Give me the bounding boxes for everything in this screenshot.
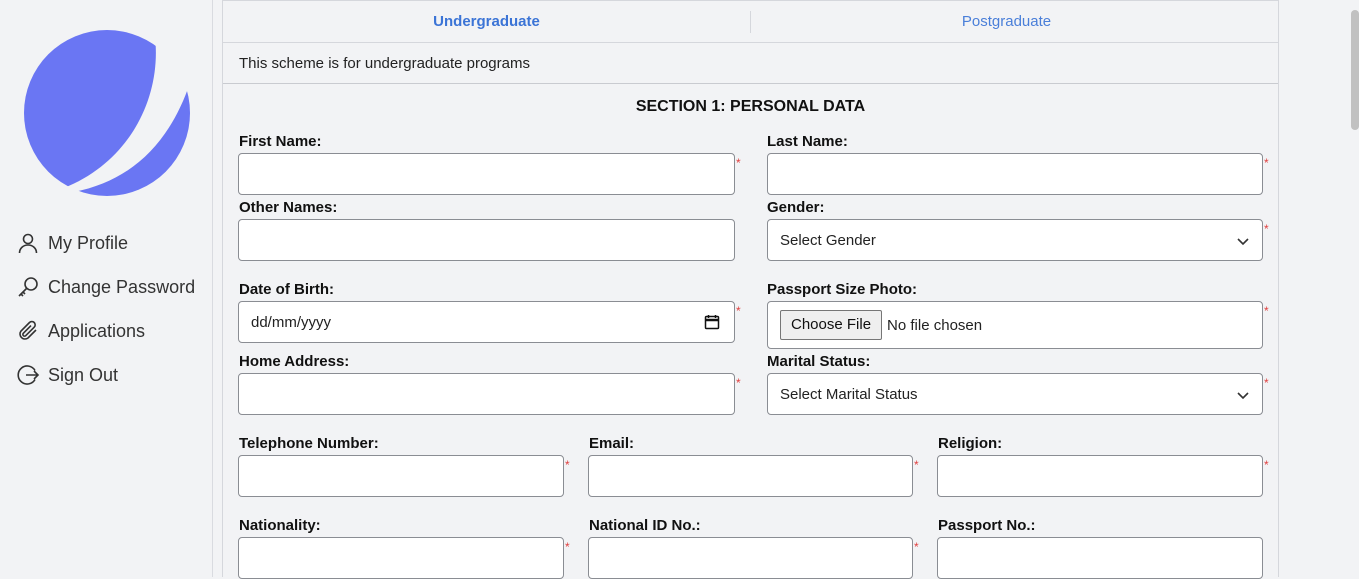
marital-status-label: Marital Status: [767,353,871,370]
other-names-input[interactable] [238,219,735,261]
nationality-label: Nationality: [239,517,321,534]
file-status: No file chosen [887,316,983,334]
tab-postgraduate[interactable]: Postgraduate [751,1,1262,43]
chevron-down-icon [1237,238,1249,246]
required-marker: * [736,304,741,318]
telephone-label: Telephone Number: [239,435,379,452]
sidebar: My Profile Change Password Applications … [0,0,213,577]
passport-no-input[interactable] [937,537,1263,579]
section-title: SECTION 1: PERSONAL DATA [635,98,866,115]
religion-input[interactable] [937,455,1263,497]
sidebar-item-label: Sign Out [48,364,119,385]
last-name-label: Last Name: [767,133,848,150]
home-address-label: Home Address: [239,353,350,370]
photo-label: Passport Size Photo: [767,281,918,298]
passport-no-label: Passport No.: [938,517,1036,534]
last-name-input[interactable] [767,153,1263,195]
gender-selected-value: Select Gender [780,231,876,249]
other-names-label: Other Names: [239,199,338,216]
sidebar-item-label: My Profile [48,232,129,253]
sidebar-item-applications[interactable]: Applications [16,317,145,345]
required-marker: * [1264,304,1269,318]
calendar-icon[interactable] [704,314,720,330]
sidebar-item-label: Change Password [48,276,196,297]
first-name-label: First Name: [239,133,322,150]
photo-file-input[interactable]: Choose File No file chosen [767,301,1263,349]
sidebar-item-sign-out[interactable]: Sign Out [16,361,118,389]
religion-label: Religion: [938,435,1003,452]
required-marker: * [1264,222,1269,236]
paperclip-icon [19,320,37,340]
gender-label: Gender: [767,199,825,216]
sidebar-item-change-password[interactable]: Change Password [16,273,195,301]
user-icon [18,233,38,254]
home-address-input[interactable] [238,373,735,415]
sign-out-icon [17,365,40,385]
scheme-tabs: Undergraduate Postgraduate [223,1,1278,43]
email-input[interactable] [588,455,913,497]
required-marker: * [565,458,570,472]
required-marker: * [1264,376,1269,390]
page-scrollbar-thumb[interactable] [1351,10,1359,130]
chevron-down-icon [1237,392,1249,400]
choose-file-button[interactable]: Choose File [780,310,883,340]
scheme-note: This scheme is for undergraduate program… [223,43,1278,84]
first-name-input[interactable] [238,153,735,195]
dob-label: Date of Birth: [239,281,334,298]
required-marker: * [914,540,919,554]
marital-status-select[interactable]: Select Marital Status [767,373,1263,415]
key-icon [18,277,38,297]
required-marker: * [914,458,919,472]
sidebar-item-label: Applications [48,320,146,341]
nationality-input[interactable] [238,537,564,579]
required-marker: * [1264,156,1269,170]
tab-undergraduate[interactable]: Undergraduate [223,1,750,43]
sidebar-item-my-profile[interactable]: My Profile [16,229,128,257]
gender-select[interactable]: Select Gender [767,219,1263,261]
telephone-input[interactable] [238,455,564,497]
dob-input[interactable]: dd/mm/yyyy [238,301,735,343]
email-label: Email: [589,435,635,452]
application-form-panel: Undergraduate Postgraduate This scheme i… [222,0,1279,579]
dob-placeholder: dd/mm/yyyy [251,313,332,331]
required-marker: * [565,540,570,554]
required-marker: * [1264,458,1269,472]
app-logo [24,30,190,196]
required-marker: * [736,156,741,170]
national-id-label: National ID No.: [589,517,701,534]
national-id-input[interactable] [588,537,913,579]
marital-status-selected-value: Select Marital Status [780,385,918,403]
required-marker: * [736,376,741,390]
